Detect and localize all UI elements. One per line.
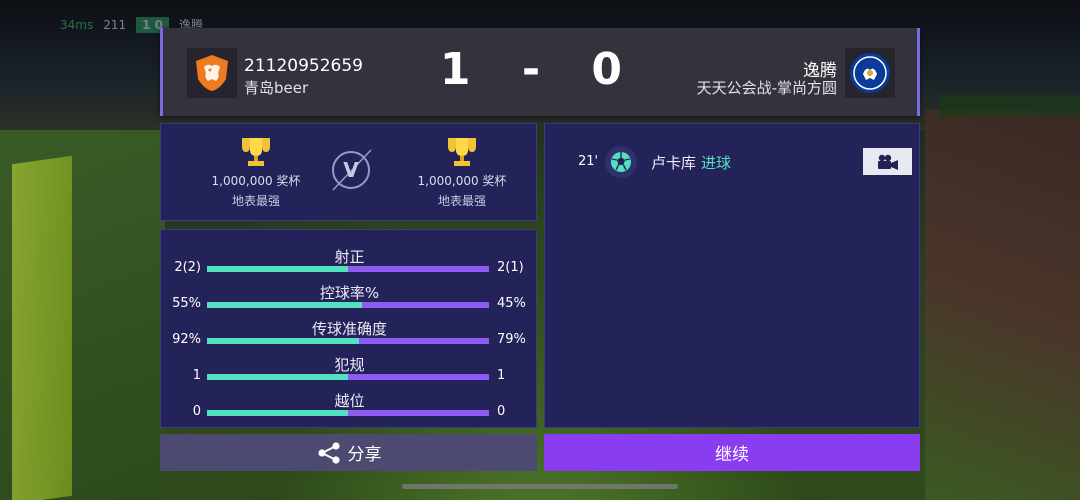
stat-home-value: 0 (192, 404, 201, 419)
stat-bar-away (359, 338, 489, 344)
stat-bar-home (207, 374, 348, 380)
trophy-panel: 1,000,000 奖杯 地表最强 V 1,000,000 奖杯 地表最强 (160, 123, 537, 221)
stat-bar (207, 410, 489, 416)
match-events-panel: 21' 卢卡库 进球 (544, 123, 920, 428)
stat-label: 控球率% (319, 284, 380, 302)
stat-home-value: 1 (192, 368, 201, 383)
stat-home-value: 55% (172, 296, 201, 311)
stat-label: 犯规 (334, 356, 365, 374)
event-row: 21' 卢卡库 进球 (545, 146, 921, 178)
away-team-badge (845, 48, 895, 98)
stat-bar-away (362, 302, 489, 308)
away-trophy-amount: 1,000,000 奖杯 (417, 174, 507, 188)
ping-indicator: 34ms (60, 17, 94, 32)
stat-away-value: 2(1) (497, 260, 524, 275)
stat-row-fouls: 犯规 1 1 (161, 354, 538, 390)
stats-panel: 射正 2(2) 2(1) 控球率% 55% 45% 传球准确度 92% 79% … (160, 229, 537, 428)
trophy-icon (242, 138, 270, 166)
stat-label: 射正 (334, 248, 365, 266)
stat-label: 越位 (334, 392, 365, 410)
pitch-background-right (925, 110, 1080, 500)
stat-home-value: 2(2) (174, 260, 201, 275)
ad-board-right (940, 95, 1080, 117)
continue-label: 继续 (715, 445, 749, 465)
trophy-icon (448, 138, 476, 166)
stat-label: 传球准确度 (311, 320, 387, 338)
chelsea-crest-icon (850, 53, 890, 93)
away-club-name: 天天公会战-掌尚方圆 (696, 79, 837, 97)
vs-icon: V (332, 149, 372, 191)
stat-bar (207, 266, 489, 272)
stat-bar-home (207, 266, 348, 272)
home-trophy-amount: 1,000,000 奖杯 (211, 174, 301, 188)
stat-bar-away (348, 266, 489, 272)
stat-bar (207, 302, 489, 308)
home-trophy-rank: 地表最强 (231, 194, 280, 208)
away-trophy-rank: 地表最强 (437, 194, 486, 208)
stat-away-value: 0 (497, 404, 506, 419)
soccer-ball-icon (605, 146, 637, 178)
event-minute: 21' (578, 154, 599, 169)
stat-bar (207, 338, 489, 344)
continue-button[interactable]: 继续 (544, 434, 920, 471)
vs-label: V (343, 158, 359, 182)
event-type: 进球 (701, 154, 732, 172)
share-label: 分享 (347, 445, 382, 465)
stat-home-value: 92% (172, 332, 201, 347)
stat-bar-away (348, 374, 489, 380)
stat-row-pass-accuracy: 传球准确度 92% 79% (161, 318, 538, 354)
stat-row-shots-on-target: 射正 2(2) 2(1) (161, 246, 538, 282)
share-button[interactable]: 分享 (160, 434, 537, 471)
video-camera-icon (877, 154, 898, 170)
stat-bar (207, 374, 489, 380)
stat-bar-away (348, 410, 489, 416)
match-header: 21120952659 青岛beer 1 - 0 逸腾 天天公会战-掌尚方圆 (160, 28, 920, 116)
replay-camera-button[interactable] (863, 148, 912, 175)
home-trophy: 1,000,000 奖杯 地表最强 (181, 136, 331, 209)
stat-away-value: 79% (497, 332, 526, 347)
ad-board (12, 155, 72, 500)
stat-bar-home (207, 302, 363, 308)
stat-row-offsides: 越位 0 0 (161, 390, 538, 426)
system-home-indicator[interactable] (402, 484, 678, 489)
stat-away-value: 1 (497, 368, 506, 383)
away-trophy: 1,000,000 奖杯 地表最强 (387, 136, 537, 209)
stat-bar-home (207, 338, 360, 344)
stat-row-possession: 控球率% 55% 45% (161, 282, 538, 318)
share-icon (317, 441, 340, 464)
stat-bar-home (207, 410, 348, 416)
stat-away-value: 45% (497, 296, 526, 311)
event-player: 卢卡库 (651, 154, 697, 172)
mini-score-left: 211 (103, 17, 127, 32)
